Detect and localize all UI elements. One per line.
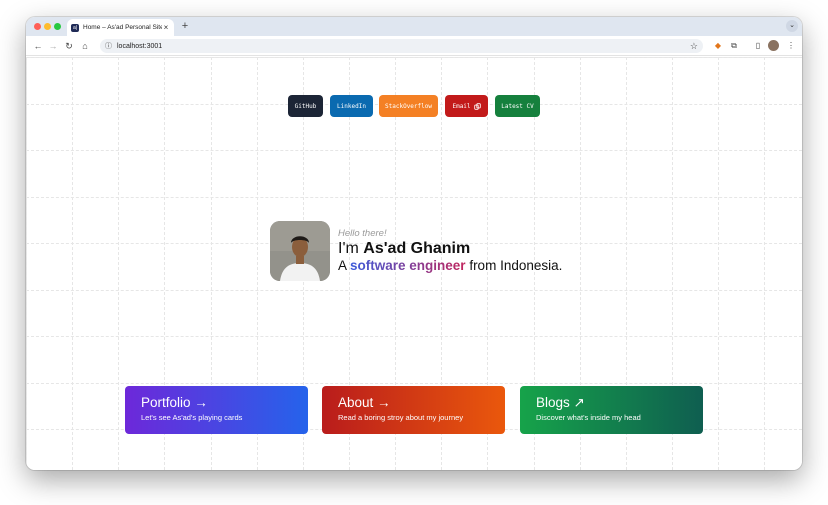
role-highlight: software engineer <box>350 258 466 273</box>
browser-window: a| Home – As'ad Personal Site × + ⌄ ← → … <box>26 17 802 470</box>
home-icon[interactable]: ⌂ <box>79 39 91 53</box>
latest-cv-button[interactable]: Latest CV <box>495 95 540 117</box>
email-button[interactable]: Email <box>445 95 488 117</box>
blogs-title-text: Blogs <box>536 395 570 410</box>
maximize-window-button[interactable] <box>54 23 61 30</box>
address-bar[interactable]: ⓘ localhost:3001 ☆ <box>100 39 703 53</box>
hero-intro: Hello there! I'm As'ad Ghanim A software… <box>338 228 562 274</box>
blogs-title: Blogs ↗ <box>536 395 687 411</box>
github-label: GitHub <box>294 102 317 110</box>
latest-cv-label: Latest CV <box>501 102 534 110</box>
page-viewport: GitHub LinkedIn StackOverflow Email Late… <box>26 57 802 470</box>
metamask-fox-icon[interactable]: ◆ <box>712 40 724 52</box>
portfolio-subtitle: Let's see As'ad's playing cards <box>141 413 243 422</box>
minimize-window-button[interactable] <box>44 23 51 30</box>
email-label: Email <box>452 102 471 110</box>
tab-title: Home – As'ad Personal Site <box>83 24 162 31</box>
about-title: About → <box>338 395 489 411</box>
tagline-suffix: from Indonesia. <box>465 258 563 273</box>
portfolio-title: Portfolio → <box>141 395 292 411</box>
stackoverflow-button[interactable]: StackOverflow <box>379 95 438 117</box>
intro-prefix: I'm <box>338 240 364 257</box>
github-button[interactable]: GitHub <box>288 95 323 117</box>
arrow-right-icon: → <box>377 395 391 410</box>
browser-toolbar: ← → ↻ ⌂ ⓘ localhost:3001 ☆ ◆ ⧉ ▯ ⋮ <box>26 36 802 56</box>
site-info-icon[interactable]: ⓘ <box>105 41 112 51</box>
profile-avatar[interactable] <box>768 40 779 51</box>
side-panel-icon[interactable]: ▯ <box>752 40 764 52</box>
bookmark-star-icon[interactable]: ☆ <box>690 41 698 52</box>
about-title-text: About <box>338 395 374 410</box>
extensions-puzzle-icon[interactable]: ⧉ <box>728 40 740 52</box>
address-url[interactable]: localhost:3001 <box>117 43 690 50</box>
stackoverflow-label: StackOverflow <box>385 102 432 110</box>
profile-photo <box>270 221 330 281</box>
blogs-card[interactable]: Blogs ↗ Discover what's inside my head <box>520 386 703 434</box>
about-card[interactable]: About → Read a boring stroy about my jou… <box>322 386 505 434</box>
tagline-prefix: A <box>338 258 351 273</box>
back-arrow-icon[interactable]: ← <box>32 39 44 53</box>
greeting-text: Hello there! <box>338 228 387 239</box>
tab-close-icon[interactable]: × <box>162 23 170 32</box>
intro-line: I'm As'ad Ghanim <box>338 239 562 258</box>
arrow-up-right-icon: ↗ <box>573 395 585 410</box>
tab-strip: a| Home – As'ad Personal Site × + ⌄ <box>26 17 802 36</box>
linkedin-label: LinkedIn <box>337 102 366 110</box>
close-window-button[interactable] <box>34 23 41 30</box>
tab-home[interactable]: a| Home – As'ad Personal Site × <box>67 19 174 36</box>
copy-icon <box>473 102 481 110</box>
author-name: As'ad Ghanim <box>363 240 471 257</box>
portfolio-title-text: Portfolio <box>141 395 191 410</box>
tagline: A software engineer from Indonesia. <box>338 258 562 274</box>
reload-icon[interactable]: ↻ <box>63 39 75 53</box>
site-favicon-icon: a| <box>71 23 79 32</box>
forward-arrow-icon[interactable]: → <box>47 39 59 53</box>
arrow-right-icon: → <box>194 395 208 410</box>
linkedin-button[interactable]: LinkedIn <box>330 95 373 117</box>
portfolio-card[interactable]: Portfolio → Let's see As'ad's playing ca… <box>125 386 308 434</box>
tab-search-chevron-icon[interactable]: ⌄ <box>786 20 798 32</box>
about-subtitle: Read a boring stroy about my journey <box>338 413 464 422</box>
new-tab-button[interactable]: + <box>179 19 191 34</box>
browser-menu-icon[interactable]: ⋮ <box>785 40 797 52</box>
blogs-subtitle: Discover what's inside my head <box>536 413 641 422</box>
